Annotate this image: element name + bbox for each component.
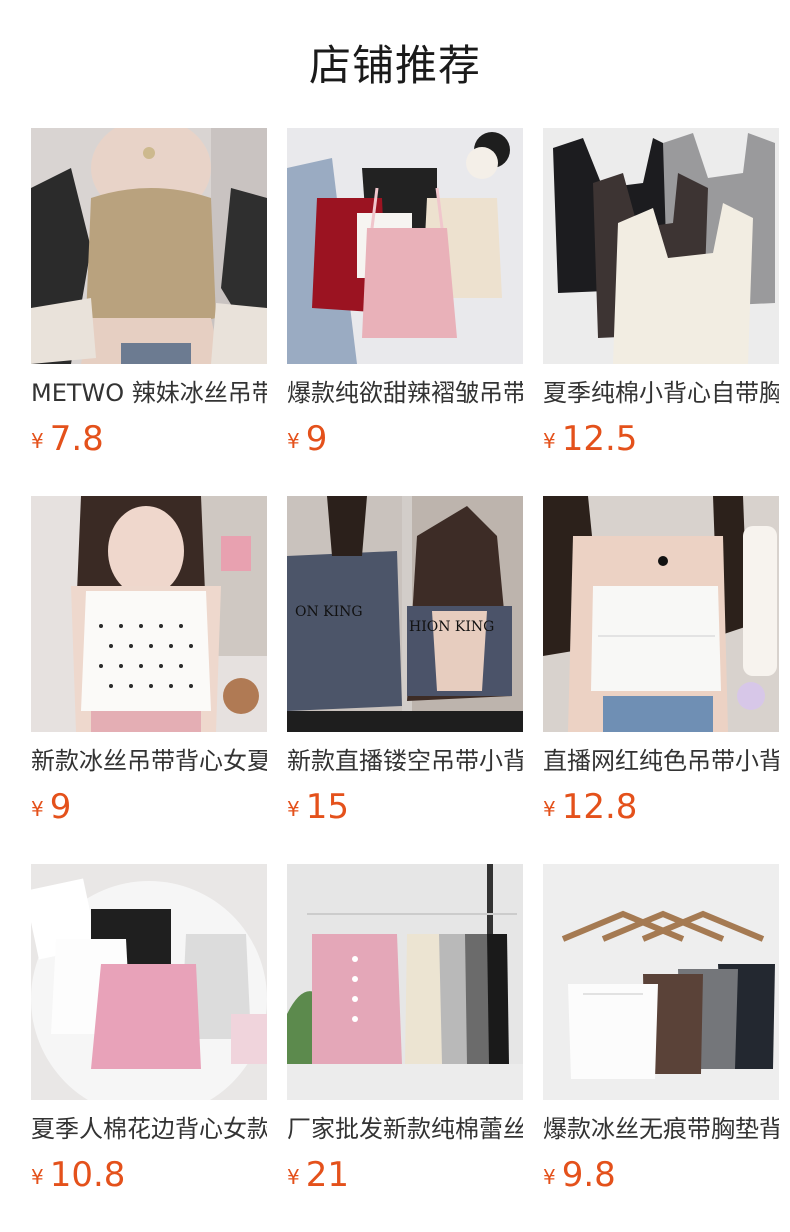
currency-symbol: ¥ <box>31 797 44 821</box>
product-name[interactable]: 厂家批发新款纯棉蕾丝背心 <box>287 1114 523 1144</box>
currency-symbol: ¥ <box>543 1165 556 1189</box>
price-amount: 12.8 <box>561 787 638 827</box>
product-card[interactable]: 直播网红纯色吊带小背心 ¥12.8 <box>543 496 779 864</box>
product-image[interactable] <box>31 496 267 732</box>
svg-text:ON KING: ON KING <box>295 604 363 620</box>
product-price: ¥7.8 <box>31 420 267 464</box>
product-price: ¥15 <box>287 788 523 832</box>
product-card[interactable]: METWO 辣妹冰丝吊带背心 ¥7.8 <box>31 128 267 496</box>
product-image[interactable] <box>543 496 779 732</box>
product-card[interactable]: 爆款纯欲甜辣褶皱吊带背心 ¥9 <box>287 128 523 496</box>
product-card[interactable]: 爆款冰丝无痕带胸垫背心 ¥9.8 <box>543 864 779 1232</box>
product-name[interactable]: 新款冰丝吊带背心女夏季 <box>31 746 267 776</box>
product-name[interactable]: 夏季纯棉小背心自带胸垫 <box>543 378 779 408</box>
product-name[interactable]: 爆款纯欲甜辣褶皱吊带背心 <box>287 378 523 408</box>
price-amount: 9.8 <box>561 1155 616 1195</box>
price-amount: 15 <box>305 787 349 827</box>
product-image[interactable] <box>287 128 523 364</box>
product-card[interactable]: 厂家批发新款纯棉蕾丝背心 ¥21 <box>287 864 523 1232</box>
product-image[interactable] <box>31 864 267 1100</box>
product-price: ¥9 <box>31 788 267 832</box>
svg-text:HION KING: HION KING <box>409 619 494 635</box>
currency-symbol: ¥ <box>287 1165 300 1189</box>
product-image[interactable] <box>543 128 779 364</box>
currency-symbol: ¥ <box>543 429 556 453</box>
product-card[interactable]: 夏季人棉花边背心女款 ¥10.8 <box>31 864 267 1232</box>
currency-symbol: ¥ <box>287 797 300 821</box>
product-price: ¥12.5 <box>543 420 779 464</box>
product-image[interactable] <box>31 128 267 364</box>
product-grid: METWO 辣妹冰丝吊带背心 ¥7.8 爆款纯欲甜辣褶皱吊带背心 ¥9 <box>31 128 779 1232</box>
product-price: ¥9 <box>287 420 523 464</box>
price-amount: 9 <box>49 787 72 827</box>
product-price: ¥10.8 <box>31 1156 267 1200</box>
currency-symbol: ¥ <box>287 429 300 453</box>
section-title: 店铺推荐 <box>308 41 481 90</box>
product-name[interactable]: 爆款冰丝无痕带胸垫背心 <box>543 1114 779 1144</box>
currency-symbol: ¥ <box>543 797 556 821</box>
product-price: ¥21 <box>287 1156 523 1200</box>
product-image[interactable] <box>543 864 779 1100</box>
product-price: ¥9.8 <box>543 1156 779 1200</box>
product-card[interactable]: ON KING HION KING 新款直播镂空吊带小背心 ¥15 <box>287 496 523 864</box>
product-name[interactable]: METWO 辣妹冰丝吊带背心 <box>31 378 267 408</box>
price-amount: 9 <box>305 419 328 459</box>
product-card[interactable]: 夏季纯棉小背心自带胸垫 ¥12.5 <box>543 128 779 496</box>
price-amount: 10.8 <box>49 1155 126 1195</box>
currency-symbol: ¥ <box>31 1165 44 1189</box>
product-name[interactable]: 新款直播镂空吊带小背心 <box>287 746 523 776</box>
product-card[interactable]: 新款冰丝吊带背心女夏季 ¥9 <box>31 496 267 864</box>
product-name[interactable]: 夏季人棉花边背心女款 <box>31 1114 267 1144</box>
product-price: ¥12.8 <box>543 788 779 832</box>
product-name[interactable]: 直播网红纯色吊带小背心 <box>543 746 779 776</box>
product-image[interactable] <box>287 864 523 1100</box>
price-amount: 7.8 <box>49 419 104 459</box>
currency-symbol: ¥ <box>31 429 44 453</box>
price-amount: 21 <box>305 1155 349 1195</box>
price-amount: 12.5 <box>561 419 638 459</box>
product-image[interactable]: ON KING HION KING <box>287 496 523 732</box>
